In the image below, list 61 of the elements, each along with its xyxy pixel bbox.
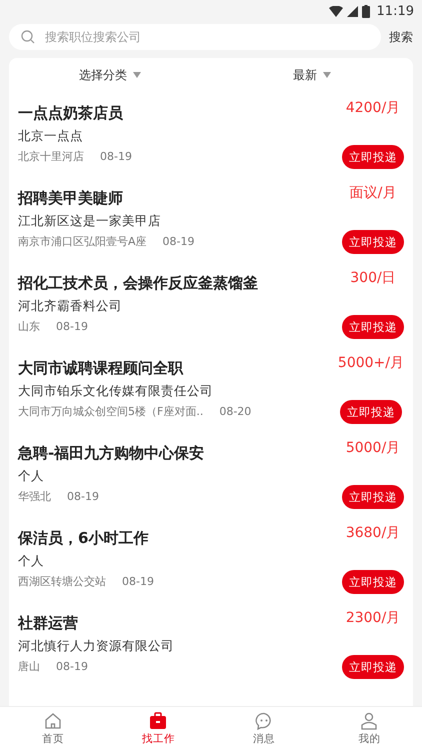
company-name: 个人: [18, 553, 45, 569]
job-location: 唐山: [18, 659, 40, 675]
job-location: 华强北: [18, 489, 51, 505]
salary: 300/日: [350, 269, 396, 287]
apply-button[interactable]: 立即投递: [342, 315, 404, 339]
filter-dropdown[interactable]: 最新: [211, 66, 413, 84]
job-title[interactable]: 招聘美甲美睫师: [18, 188, 194, 208]
company-name: 河北齐霸香料公司: [18, 298, 123, 314]
tab-item[interactable]: 首页: [0, 707, 106, 750]
battery-icon: [362, 4, 370, 18]
job-title[interactable]: 大同市诚聘课程顾问全职: [18, 358, 252, 378]
apply-button[interactable]: 立即投递: [342, 570, 404, 594]
job-location: 山东: [18, 319, 40, 335]
job-title[interactable]: 急聘-福田九方购物中心保安: [18, 443, 204, 463]
chat-icon: [254, 712, 273, 730]
search-field[interactable]: 搜索职位搜索公司: [9, 24, 381, 50]
post-date: 08-19: [162, 234, 194, 250]
company-name: 北京一点点: [18, 128, 84, 144]
post-date: 08-19: [122, 574, 154, 590]
company-name: 河北慎行人力资源有限公司: [18, 638, 174, 654]
job-title[interactable]: 保洁员，6小时工作: [18, 528, 154, 548]
status-time: 11:19: [376, 4, 414, 18]
salary: 5000/月: [346, 439, 400, 457]
apply-button[interactable]: 立即投递: [342, 485, 404, 509]
tab-item[interactable]: 我的: [316, 707, 422, 750]
job-title[interactable]: 一点点奶茶店员: [18, 103, 132, 123]
post-date: 08-19: [67, 489, 99, 505]
wifi-icon: [328, 6, 343, 16]
tab-item[interactable]: 找工作: [106, 707, 211, 750]
post-date: 08-19: [100, 149, 132, 165]
post-date: 08-20: [219, 404, 252, 420]
job-title[interactable]: 社群运营: [18, 613, 174, 633]
post-date: 08-19: [56, 659, 88, 675]
salary: 4200/月: [346, 99, 400, 117]
search-button[interactable]: 搜索: [389, 28, 413, 46]
job-location: 南京市浦口区弘阳壹号A座: [18, 234, 147, 250]
salary: 5000+/月: [338, 354, 404, 372]
signal-icon: [346, 6, 358, 16]
salary: 2300/月: [346, 609, 400, 627]
caret-icon: [133, 72, 141, 78]
tab-item[interactable]: 消息: [211, 707, 316, 750]
job-title[interactable]: 招化工技术员，会操作反应釜蒸馏釜: [18, 273, 258, 293]
caret-icon: [323, 72, 331, 78]
job-location: 北京十里河店: [18, 149, 84, 165]
filter-dropdown[interactable]: 选择分类: [9, 66, 211, 84]
post-date: 08-19: [56, 319, 88, 335]
company-name: 大同市铂乐文化传媒有限责任公司: [18, 383, 214, 399]
job-location: 大同市万向城众创空间5楼（F座对面..: [18, 404, 204, 420]
apply-button[interactable]: 立即投递: [340, 400, 402, 424]
home-icon: [44, 712, 62, 730]
person-icon: [360, 712, 378, 730]
briefcase-icon: [149, 712, 168, 730]
job-location: 西湖区转塘公交站: [18, 574, 106, 590]
search-icon: [21, 30, 35, 44]
salary: 面议/月: [350, 184, 396, 202]
company-name: 江北新区这是一家美甲店: [18, 213, 162, 229]
apply-button[interactable]: 立即投递: [342, 145, 404, 169]
apply-button[interactable]: 立即投递: [342, 230, 404, 254]
apply-button[interactable]: 立即投递: [342, 655, 404, 679]
salary: 3680/月: [346, 524, 400, 542]
company-name: 个人: [18, 468, 45, 484]
